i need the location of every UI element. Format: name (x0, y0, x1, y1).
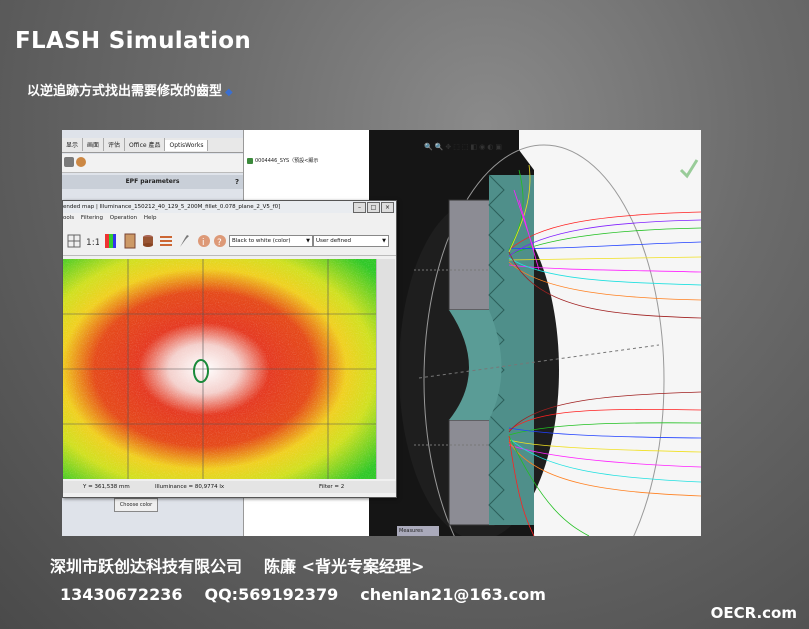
material-icon[interactable] (76, 157, 86, 167)
document-icon[interactable] (123, 233, 137, 249)
color-scale-select[interactable]: Black to white (color) ▼ (229, 235, 313, 247)
svg-text:?: ? (217, 238, 222, 248)
window-title: ended map | Illuminance_150212_40_129_5_… (63, 201, 396, 213)
color-scale-value: Black to white (color) (232, 238, 291, 244)
epf-parameters-label: EPF parameters (125, 178, 180, 185)
epf-parameters-header: EPF parameters ? (62, 175, 243, 189)
tab-display[interactable]: 显示 (62, 138, 84, 151)
footer-role: <背光专案经理> (301, 557, 425, 576)
slide-title: FLASH Simulation (15, 28, 252, 54)
panel-tabbar: 显示 画面 评估 Office 產品 OptisWorks (62, 138, 243, 153)
tab-view[interactable]: 画面 (83, 138, 105, 151)
close-button[interactable]: × (381, 202, 394, 213)
software-screenshot: 显示 画面 评估 Office 產品 OptisWorks EPF parameters… (62, 130, 701, 536)
cylinder-icon[interactable] (141, 233, 155, 249)
scale-icon[interactable]: 1:1 (85, 233, 99, 249)
question-icon[interactable]: ? (213, 233, 227, 249)
dropdown-arrow-icon: ▼ (306, 238, 310, 244)
dropdown-arrow-icon: ▼ (382, 238, 386, 244)
info-icon[interactable]: i (197, 233, 211, 249)
tab-optisworks[interactable]: OptisWorks (165, 140, 209, 151)
wrench-icon[interactable] (177, 233, 191, 249)
layers-icon[interactable] (159, 233, 173, 249)
tree-item-label: 0004446_SYS（預設<顯示 (255, 158, 319, 164)
svg-text:i: i (202, 238, 205, 248)
footer-phone: 13430672236 (60, 585, 183, 604)
grid-icon[interactable] (67, 233, 81, 249)
assembly-icon (247, 157, 253, 164)
view-toolbar[interactable]: 🔍🔍✥⬚⬚◧◉◐▣ (424, 143, 504, 151)
status-filter: Filter = 2 (319, 484, 345, 490)
tab-evaluate[interactable]: 评估 (104, 138, 126, 151)
maximize-button[interactable]: □ (367, 202, 380, 213)
footer-company-line: 深圳市跃创达科技有限公司 陈廉 <背光专案经理> (50, 553, 424, 577)
window-title-text: ended map | Illuminance_150212_40_129_5_… (63, 204, 281, 210)
status-y: Y = 361,538 mm (83, 484, 130, 490)
ray-trace-render (369, 130, 701, 536)
illuminance-map[interactable] (63, 259, 376, 479)
window-status-bar: Y = 361,538 mm Illuminance = 80,9774 lx … (63, 481, 396, 493)
measures-panel[interactable]: Measures (397, 526, 439, 536)
scale-mode-value: User defined (316, 238, 351, 244)
menu-help[interactable]: Help (144, 215, 157, 221)
menu-filtering[interactable]: Filtering (81, 215, 103, 221)
palette-icon[interactable] (103, 233, 117, 249)
tree-item-assembly[interactable]: 0004446_SYS（預設<顯示 (247, 157, 318, 164)
tab-office[interactable]: Office 產品 (125, 138, 166, 151)
illuminance-map-window: ended map | Illuminance_150212_40_129_5_… (62, 200, 397, 498)
slide-subtitle: 以逆追跡方式找出需要修改的齒型 ◆ (27, 80, 233, 99)
window-toolbar: 1:1 i ? Black to white (color) ▼ User def… (63, 227, 396, 256)
help-icon[interactable]: ? (235, 175, 239, 189)
choose-color-button[interactable]: Choose color (114, 498, 158, 512)
scale-mode-select[interactable]: User defined ▼ (313, 235, 389, 247)
color-scale-scrollbar[interactable] (376, 259, 395, 479)
footer-person: 陈廉 (264, 557, 297, 576)
footer-email: chenlan21@163.com (360, 585, 546, 604)
footer-contact-line: 13430672236 QQ:569192379 chenlan21@163.com (60, 585, 546, 604)
illuminance-map-image (63, 259, 376, 479)
menu-tools[interactable]: ools (63, 215, 74, 221)
status-illuminance: Illuminance = 80,9774 lx (155, 484, 225, 490)
3d-viewport[interactable]: 🔍🔍✥⬚⬚◧◉◐▣ Measures (369, 130, 701, 536)
menu-operation[interactable]: Operation (110, 215, 137, 221)
panel-icon-row (62, 154, 243, 173)
tree-icon[interactable] (64, 157, 74, 167)
window-menubar: ools Filtering Operation Help (63, 215, 396, 225)
window-controls: – □ × (352, 202, 394, 213)
svg-text:1:1: 1:1 (86, 238, 99, 248)
footer-qq: QQ:569192379 (204, 585, 339, 604)
watermark-logo: OECR.com (710, 604, 797, 622)
minimize-button[interactable]: – (353, 202, 366, 213)
subtitle-text: 以逆追跡方式找出需要修改的齒型 (27, 84, 223, 99)
footer-company: 深圳市跃创达科技有限公司 (50, 557, 243, 576)
bullet-icon: ◆ (225, 87, 233, 98)
